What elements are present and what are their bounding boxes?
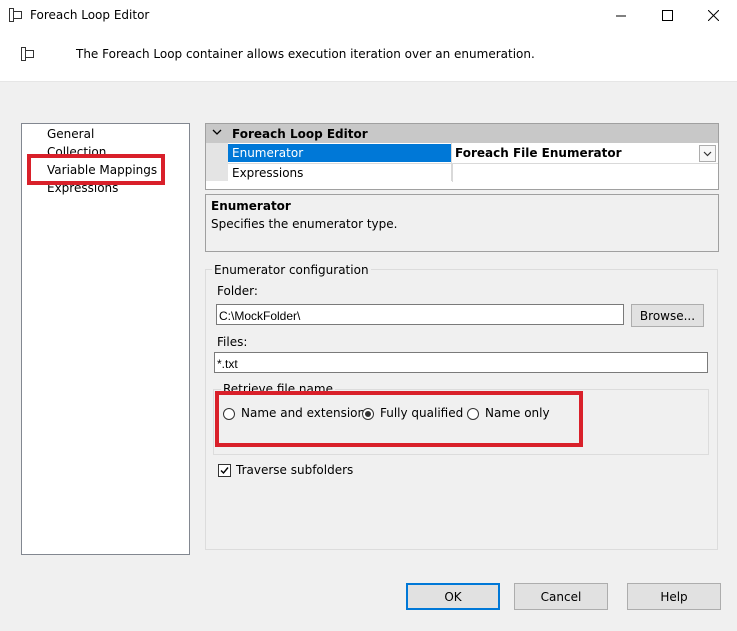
property-grid: Foreach Loop Editor Enumerator Foreach F… — [205, 123, 719, 190]
nav-item-general[interactable]: General — [47, 127, 94, 141]
foreach-loop-icon — [9, 8, 22, 22]
ok-button[interactable]: OK — [406, 583, 500, 610]
enumerator-dropdown-button[interactable] — [699, 145, 716, 162]
grid-gutter — [206, 143, 228, 181]
chevron-down-icon — [212, 129, 222, 135]
highlight-box-nav — [27, 154, 165, 185]
grid-row-expressions-label[interactable]: Expressions — [228, 163, 451, 182]
browse-button[interactable]: Browse... — [631, 304, 704, 327]
close-icon — [707, 10, 719, 21]
grid-cell-text: Enumerator — [232, 146, 304, 160]
enumerator-configuration-label: Enumerator configuration — [212, 263, 371, 277]
grid-section-header[interactable]: Foreach Loop Editor — [206, 124, 718, 143]
maximize-button[interactable] — [644, 0, 690, 31]
checkmark-icon — [220, 467, 229, 475]
header-description: The Foreach Loop container allows execut… — [76, 47, 535, 61]
files-label: Files: — [217, 335, 248, 349]
property-description-panel: Enumerator Specifies the enumerator type… — [205, 194, 719, 252]
description-title: Enumerator — [211, 199, 291, 213]
help-button[interactable]: Help — [627, 583, 721, 610]
close-button[interactable] — [690, 0, 736, 31]
page-navigation: General Collection Expressions Variable … — [21, 123, 190, 555]
grid-section-title: Foreach Loop Editor — [232, 127, 368, 141]
cancel-button[interactable]: Cancel — [514, 583, 608, 610]
minimize-button[interactable] — [598, 0, 644, 31]
traverse-subfolders-label[interactable]: Traverse subfolders — [236, 463, 353, 477]
enumerator-select[interactable]: Foreach File Enumerator — [452, 144, 717, 162]
expressions-value[interactable] — [452, 163, 718, 182]
window-title: Foreach Loop Editor — [30, 8, 150, 22]
folder-input[interactable] — [216, 304, 624, 325]
maximize-icon — [661, 10, 673, 21]
grid-row-enumerator-label[interactable]: Enumerator — [228, 144, 451, 162]
folder-label: Folder: — [217, 284, 258, 298]
minimize-icon — [616, 15, 626, 16]
files-input[interactable] — [214, 352, 708, 373]
foreach-loop-icon — [21, 47, 34, 61]
traverse-subfolders-checkbox[interactable] — [218, 464, 231, 477]
highlight-box-radio-options — [215, 391, 583, 447]
description-text: Specifies the enumerator type. — [211, 217, 398, 231]
enumerator-value: Foreach File Enumerator — [455, 146, 622, 160]
chevron-down-icon — [703, 151, 712, 156]
grid-cell-text: Expressions — [232, 166, 304, 180]
